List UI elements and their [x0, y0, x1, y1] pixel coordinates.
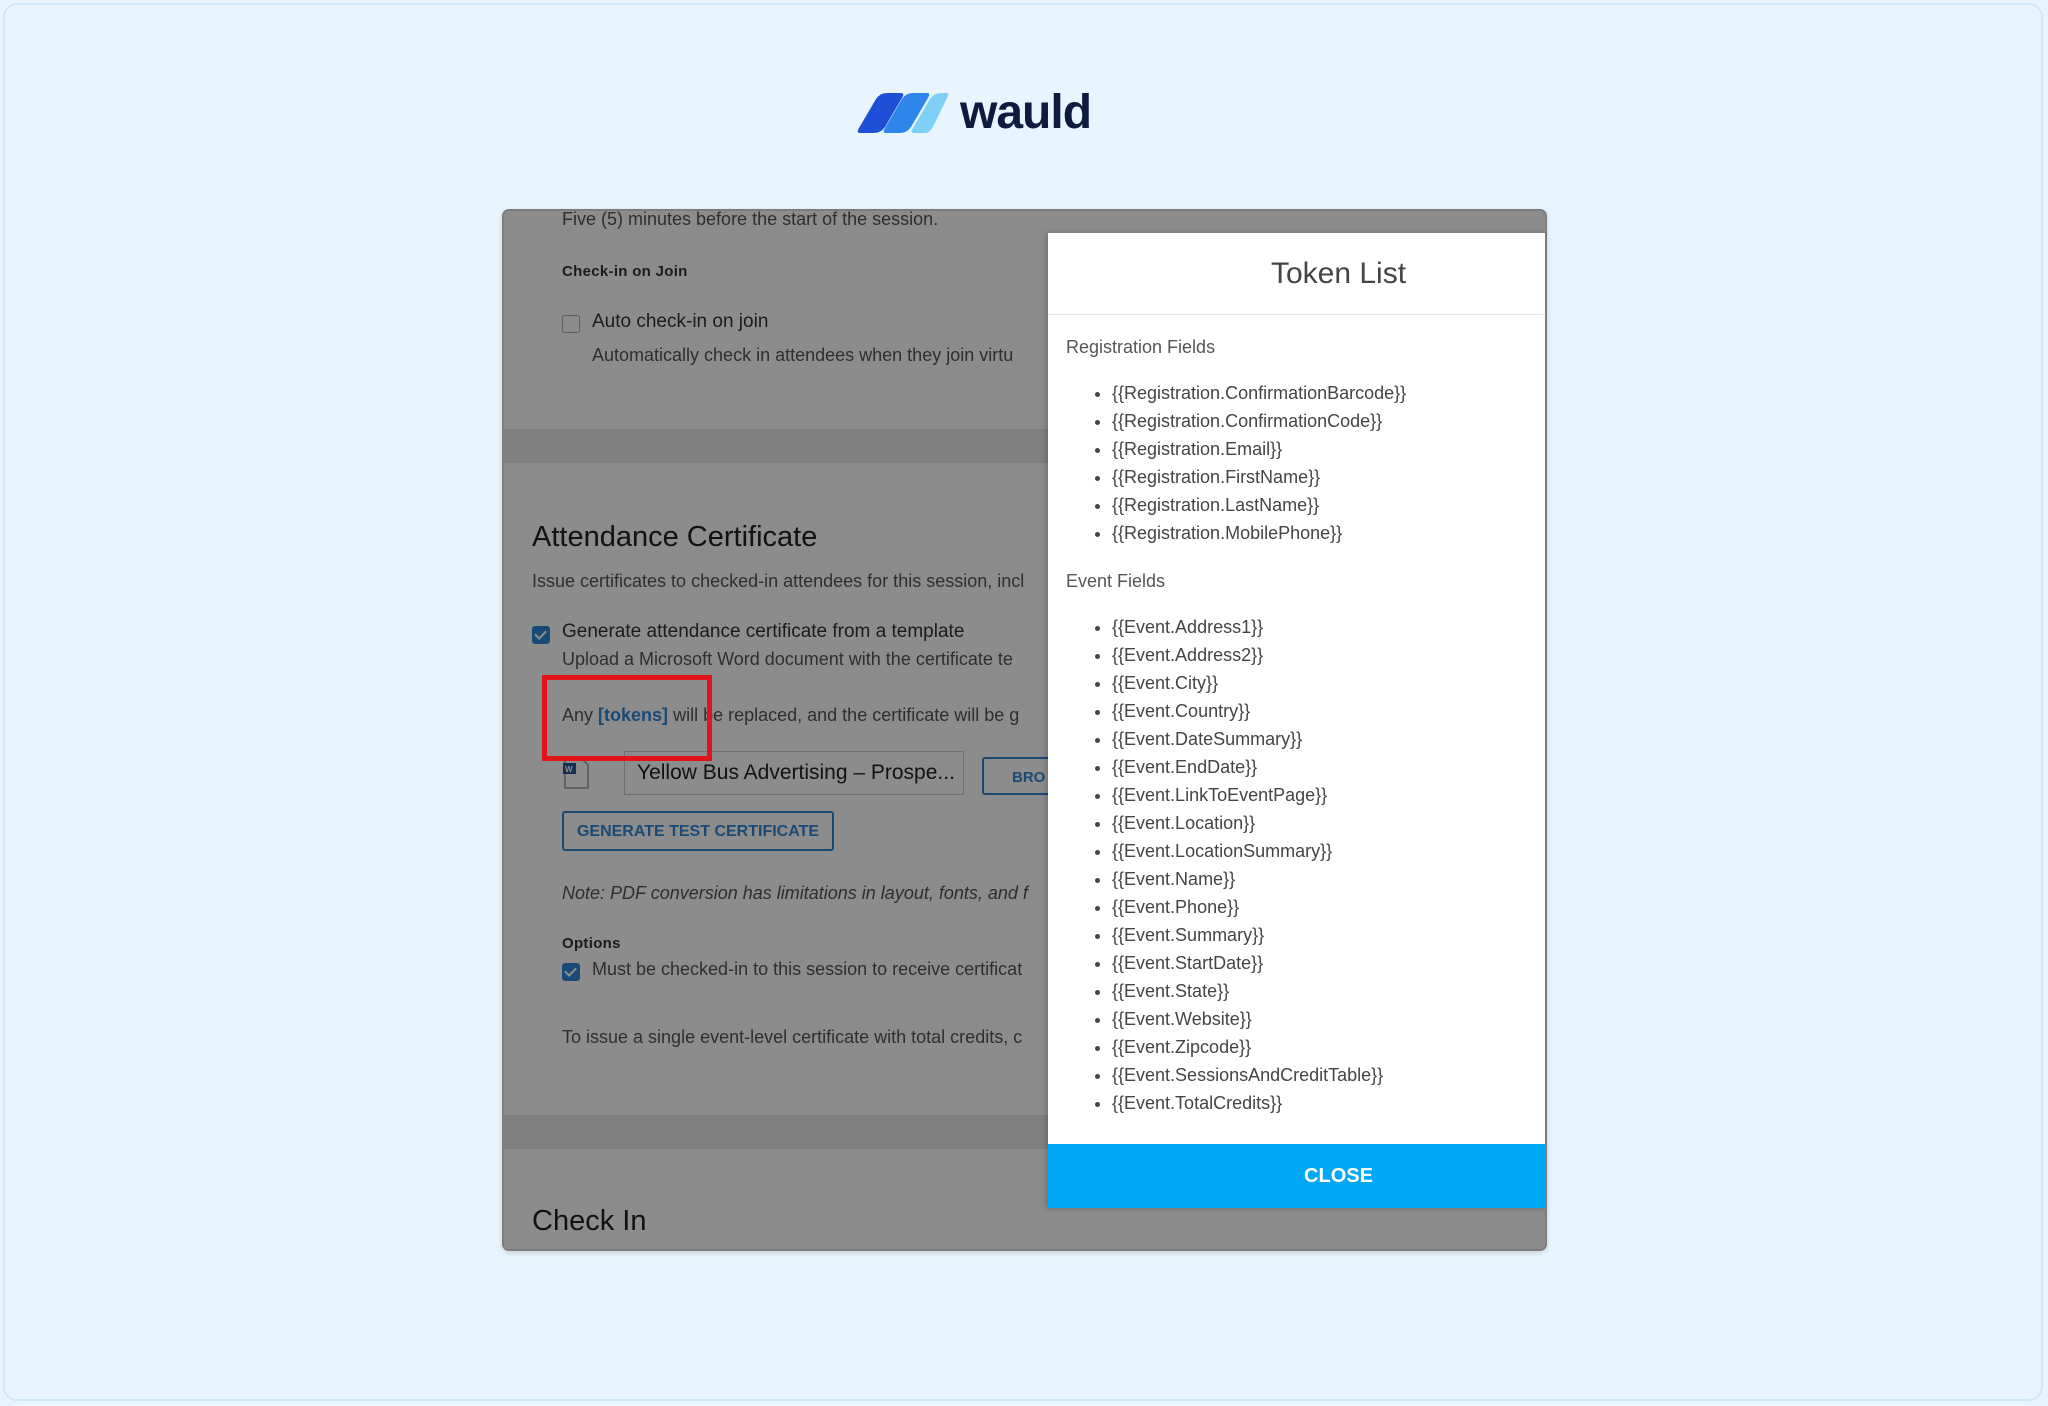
close-button[interactable]: CLOSE	[1048, 1144, 1545, 1208]
token-item: {{Registration.LastName}}	[1112, 491, 1406, 519]
wauld-logo-text: wauld	[960, 86, 1092, 139]
token-item: {{Registration.Email}}	[1112, 435, 1406, 463]
event-fields-label: Event Fields	[1066, 571, 1166, 591]
token-item: {{Event.StartDate}}	[1112, 949, 1383, 977]
token-item: {{Event.LocationSummary}}	[1112, 837, 1383, 865]
token-item: {{Event.Country}}	[1112, 697, 1383, 725]
token-item: {{Event.Summary}}	[1112, 921, 1383, 949]
token-item: {{Event.DateSummary}}	[1112, 725, 1383, 753]
token-list-modal: Token List Registration Fields {{Registr…	[1048, 233, 1545, 1208]
token-item: {{Event.City}}	[1112, 669, 1383, 697]
token-item: {{Registration.ConfirmationBarcode}}	[1112, 379, 1406, 407]
token-item: {{Event.Website}}	[1112, 1005, 1383, 1033]
token-item: {{Event.TotalCredits}}	[1112, 1089, 1383, 1117]
token-item: {{Registration.MobilePhone}}	[1112, 519, 1406, 547]
token-item: {{Event.Location}}	[1112, 809, 1383, 837]
modal-title: Token List	[1048, 233, 1545, 315]
token-item: {{Event.Zipcode}}	[1112, 1033, 1383, 1061]
registration-token-list: {{Registration.ConfirmationBarcode}}{{Re…	[1094, 379, 1406, 547]
event-token-list: {{Event.Address1}}{{Event.Address2}}{{Ev…	[1094, 613, 1383, 1117]
registration-fields-label: Registration Fields	[1066, 337, 1216, 357]
app-screenshot: Five (5) minutes before the start of the…	[502, 209, 1547, 1251]
token-item: {{Event.LinkToEventPage}}	[1112, 781, 1383, 809]
wauld-logo: wauld	[856, 86, 1092, 139]
token-item: {{Event.Address2}}	[1112, 641, 1383, 669]
token-item: {{Registration.FirstName}}	[1112, 463, 1406, 491]
token-item: {{Registration.ConfirmationCode}}	[1112, 407, 1406, 435]
token-item: {{Event.SessionsAndCreditTable}}	[1112, 1061, 1383, 1089]
token-item: {{Event.Name}}	[1112, 865, 1383, 893]
token-item: {{Event.Address1}}	[1112, 613, 1383, 641]
wauld-logo-icon	[857, 93, 949, 133]
token-item: {{Event.Phone}}	[1112, 893, 1383, 921]
tokens-highlight-box	[542, 675, 712, 761]
token-item: {{Event.State}}	[1112, 977, 1383, 1005]
token-item: {{Event.EndDate}}	[1112, 753, 1383, 781]
